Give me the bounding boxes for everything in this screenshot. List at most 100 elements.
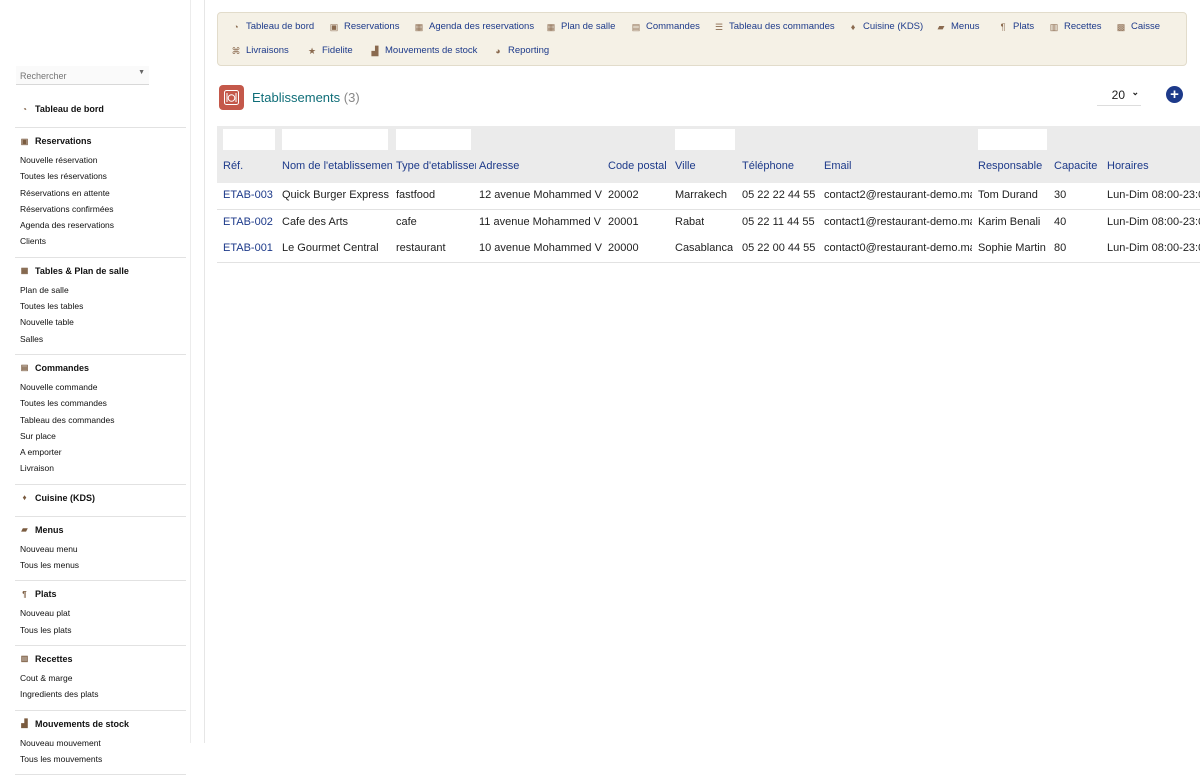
record-count: (3) xyxy=(343,90,360,105)
column-header[interactable]: Responsable xyxy=(978,160,1042,172)
nav-item-label: Fidelite xyxy=(322,45,353,56)
table-cell: Marrakech xyxy=(675,189,727,201)
sidebar-item[interactable]: Nouveau plat xyxy=(15,605,186,621)
nav-item-label: Tableau des commandes xyxy=(729,21,835,32)
top-navigation: ◔ Tableau de bord ▣ Reservations ▦ Agenda des… xyxy=(217,12,1187,66)
sidebar-item[interactable]: Livraison xyxy=(15,460,186,476)
nav-item[interactable]: ▣ Reservations xyxy=(329,21,400,32)
nav-item-label: Plats xyxy=(1013,21,1035,32)
table-cell: 12 avenue Mohammed V xyxy=(479,189,602,201)
stock-icon: ▟ xyxy=(21,719,28,729)
chevron-down-icon[interactable]: ▼ xyxy=(138,69,145,76)
table-row[interactable]: ETAB-001 Le Gourmet Central restaurant 10 a… xyxy=(217,236,1200,263)
column-filter-input[interactable] xyxy=(675,129,735,150)
table-row[interactable]: ETAB-003 Quick Burger Express fastfood 12 a… xyxy=(217,183,1200,210)
page-size-select[interactable]: 20 ⌄ xyxy=(1097,86,1141,106)
sidebar-item[interactable]: Toutes les commandes xyxy=(15,395,186,411)
nav-item-label: Reservations xyxy=(344,21,400,32)
sidebar-search-input[interactable] xyxy=(16,67,134,85)
sidebar-group: ▤ Commandes Nouvelle commande Toutes les co… xyxy=(15,355,186,485)
table-cell: Cafe des Arts xyxy=(282,215,349,228)
book-icon: ▰ xyxy=(937,21,945,32)
sidebar-group-title[interactable]: ▰ Menus xyxy=(15,523,186,537)
sidebar-item[interactable]: Tous les mouvements xyxy=(15,751,186,767)
sidebar-item[interactable]: Réservations confirmées xyxy=(15,201,186,217)
table-cell: Quick Burger Express xyxy=(282,189,389,201)
nav-item[interactable]: ▦ Agenda des reservations xyxy=(414,21,534,32)
sidebar-group-title[interactable]: ¶ Plats xyxy=(15,587,186,601)
nav-item[interactable]: ¶ Plats xyxy=(998,21,1035,32)
nav-item[interactable]: ▩ Caisse xyxy=(1116,21,1160,32)
sidebar-group-title[interactable]: ▣ Reservations xyxy=(15,134,186,148)
sidebar-search[interactable]: ▼ xyxy=(16,66,149,85)
sidebar-item[interactable]: Tous les menus xyxy=(15,557,186,573)
sidebar-item[interactable]: Tous les plats xyxy=(15,622,186,638)
nav-item-label: Menus xyxy=(951,21,980,32)
add-establishment-button[interactable]: + xyxy=(1166,86,1183,103)
nav-item[interactable]: ◕ Reporting xyxy=(493,45,549,56)
sidebar-group-title[interactable]: ▤ Commandes xyxy=(15,361,186,375)
table-cell: Lun-Dim 08:00-23:00 xyxy=(1107,189,1200,201)
column-header[interactable]: Email xyxy=(824,160,852,172)
column-header[interactable]: Ville xyxy=(675,160,696,172)
column-header[interactable]: Code postal xyxy=(608,160,667,172)
sidebar-group-title[interactable]: ◔ Tableau de bord xyxy=(15,102,186,116)
sidebar-group: ▥ Recettes Cout & marge Ingredients des pla… xyxy=(15,646,186,711)
sidebar-item[interactable]: Sur place xyxy=(15,428,186,444)
column-filter-input[interactable] xyxy=(978,129,1047,150)
sidebar-group-title[interactable]: ▥ Recettes xyxy=(15,652,186,666)
table-row[interactable]: ETAB-002 Cafe des Arts cafe 11 avenue Moham… xyxy=(217,209,1200,237)
table-cell: 20002 xyxy=(608,189,639,201)
nav-item[interactable]: ▤ Commandes xyxy=(631,21,700,32)
sidebar-item[interactable]: Nouvelle réservation xyxy=(15,152,186,168)
column-filter-input[interactable] xyxy=(282,129,388,150)
table-cell: 20001 xyxy=(608,215,639,228)
row-reference-link[interactable]: ETAB-003 xyxy=(223,189,273,201)
nav-item[interactable]: ▥ Recettes xyxy=(1049,21,1102,32)
sidebar-item[interactable]: Cout & marge xyxy=(15,670,186,686)
nav-item-label: Caisse xyxy=(1131,21,1161,32)
nav-item[interactable]: ★ Fidelite xyxy=(307,45,353,56)
sidebar-group-title[interactable]: ▟ Mouvements de stock xyxy=(15,717,186,731)
column-header[interactable]: Adresse xyxy=(479,160,519,172)
sidebar-item[interactable]: Agenda des reservations xyxy=(15,217,186,233)
column-filter-input[interactable] xyxy=(223,129,275,150)
sidebar-item[interactable]: Réservations en attente xyxy=(15,185,186,201)
nav-item[interactable]: ▟ Mouvements de stock xyxy=(370,45,478,56)
left-sidebar: ▼ ◔ Tableau de bord ▣ Reservations Nouvelle … xyxy=(0,0,205,775)
table-cell: Rabat xyxy=(675,215,705,228)
row-reference-link[interactable]: ETAB-002 xyxy=(223,216,273,228)
column-header[interactable]: Nom de l'etablissement xyxy=(282,160,392,172)
table-cell: 11 avenue Mohammed V xyxy=(479,215,602,228)
nav-item[interactable]: ☰ Tableau des commandes xyxy=(714,21,835,32)
sidebar-item[interactable]: Ingredients des plats xyxy=(15,686,186,702)
nav-item[interactable]: ♦ Cuisine (KDS) xyxy=(848,21,923,32)
cutlery-icon: ¶ xyxy=(22,589,27,599)
row-reference-link[interactable]: ETAB-001 xyxy=(223,242,273,254)
sidebar-group-title[interactable]: ▦ Tables & Plan de salle xyxy=(15,264,186,278)
nav-item[interactable]: ▰ Menus xyxy=(936,21,980,32)
sidebar-item[interactable]: Toutes les tables xyxy=(15,298,186,314)
sidebar-item[interactable]: Clients xyxy=(15,233,186,249)
nav-item[interactable]: ◔ Tableau de bord xyxy=(231,21,314,32)
cash-icon: ▩ xyxy=(1116,21,1126,32)
table-header-row: Réf. Nom de l'etablissement Type d'etablis… xyxy=(217,152,1200,184)
column-header[interactable]: Capacite xyxy=(1054,160,1097,172)
sidebar-item[interactable]: Plan de salle xyxy=(15,282,186,298)
sidebar-item[interactable]: Nouvelle table xyxy=(15,314,186,330)
sidebar-item[interactable]: Toutes les réservations xyxy=(15,168,186,184)
sidebar-item[interactable]: Nouveau menu xyxy=(15,541,186,557)
nav-item[interactable]: ⌘ Livraisons xyxy=(231,45,289,56)
sidebar-item[interactable]: Nouvelle commande xyxy=(15,379,186,395)
column-header[interactable]: Type d'etablissement xyxy=(396,160,476,172)
nav-item[interactable]: ▦ Plan de salle xyxy=(546,21,616,32)
sidebar-item[interactable]: Salles xyxy=(15,331,186,347)
column-filter-input[interactable] xyxy=(396,129,471,150)
filter-row xyxy=(217,126,1200,152)
column-header[interactable]: Réf. xyxy=(223,160,243,172)
sidebar-group-title[interactable]: ♦ Cuisine (KDS) xyxy=(15,491,186,505)
column-header[interactable]: Téléphone xyxy=(742,160,794,172)
column-header[interactable]: Horaires xyxy=(1107,160,1149,172)
sidebar-item[interactable]: Tableau des commandes xyxy=(15,412,186,428)
sidebar-item[interactable]: A emporter xyxy=(15,444,186,460)
